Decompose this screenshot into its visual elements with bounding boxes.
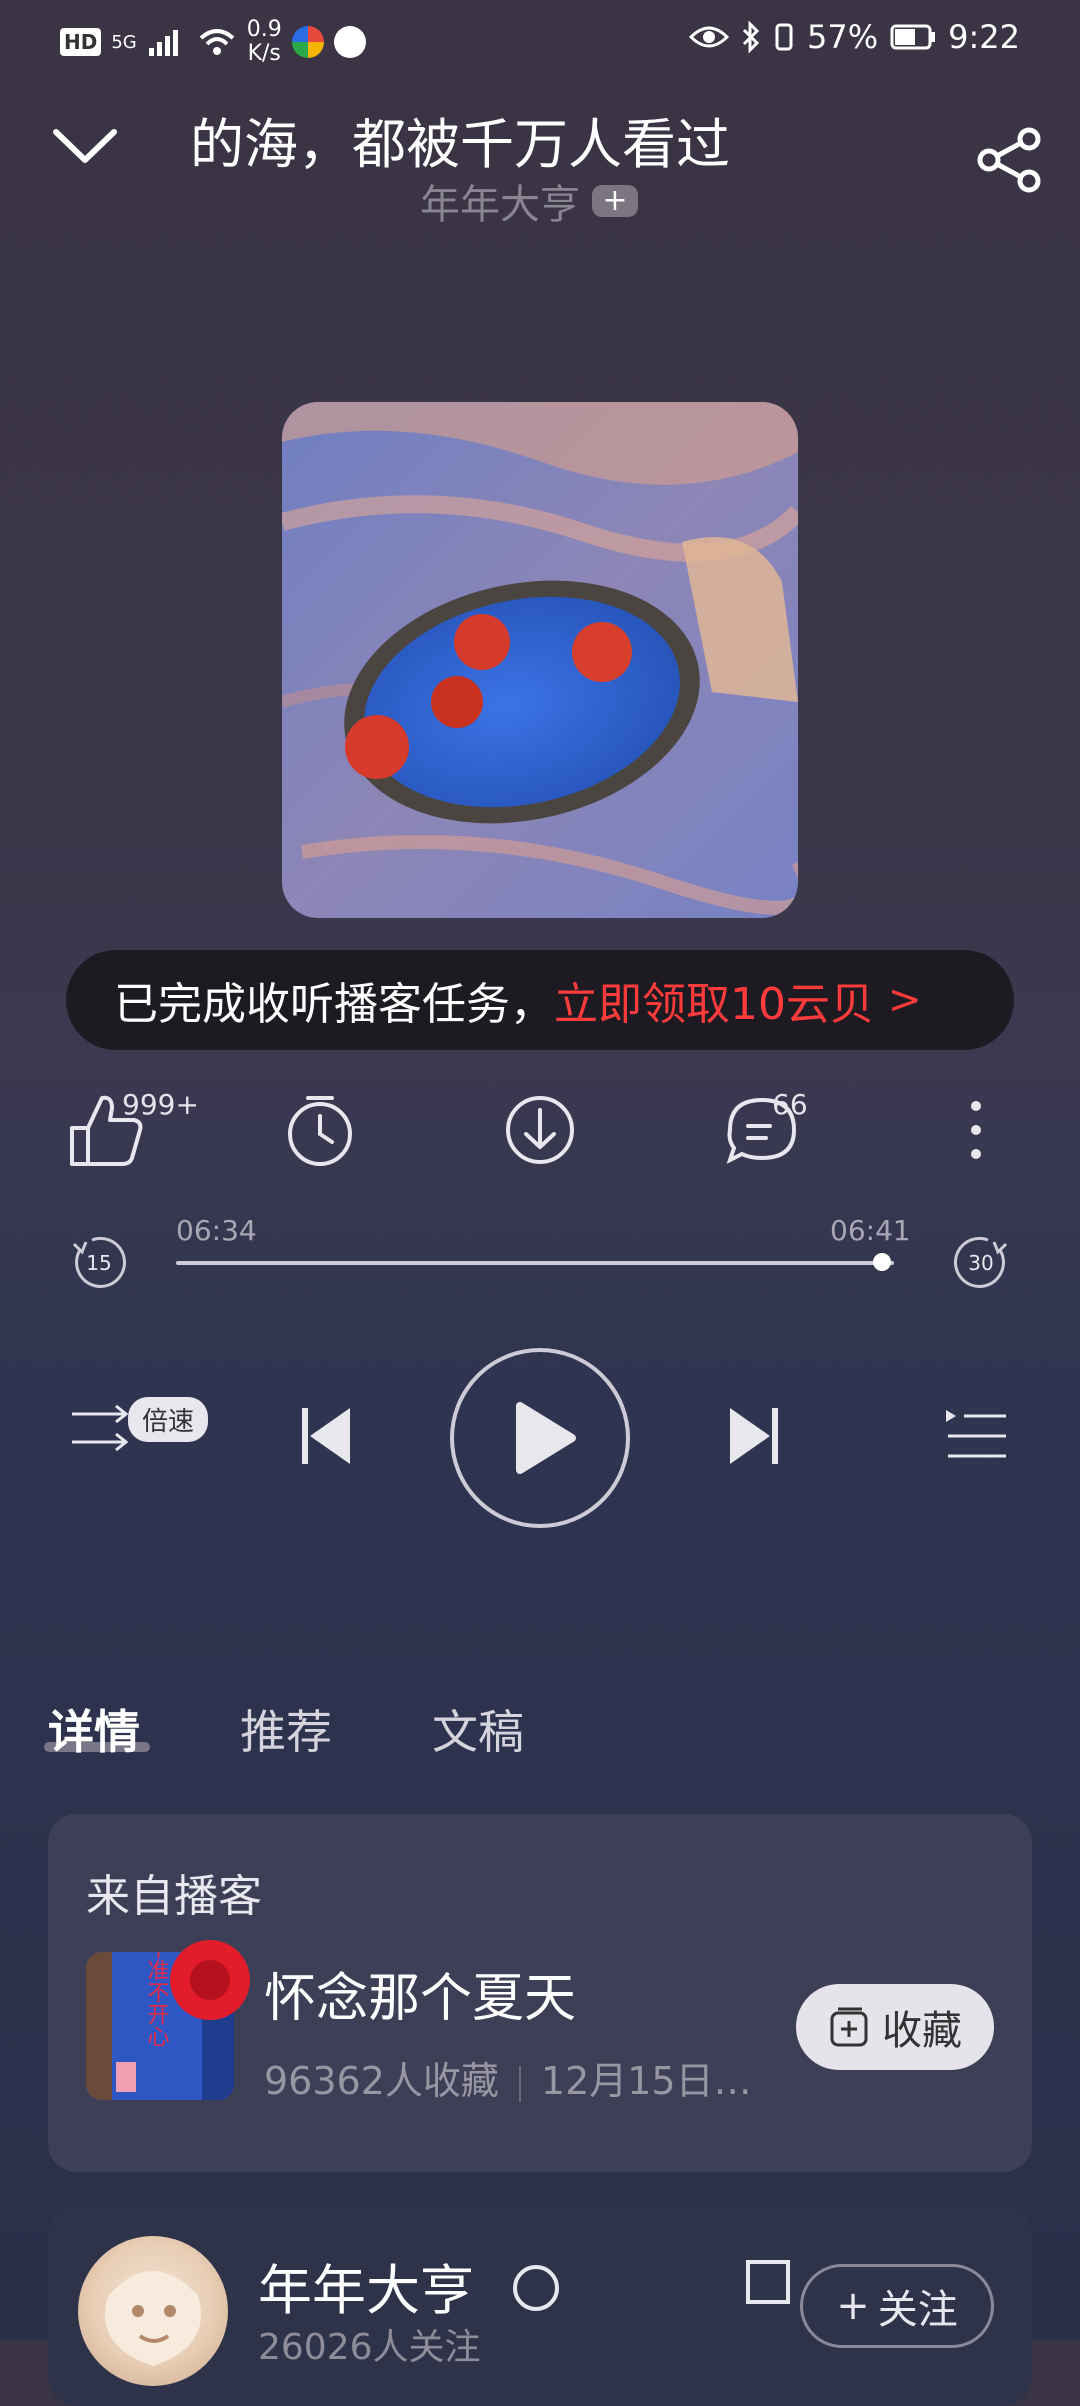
collect-icon bbox=[830, 2007, 868, 2047]
net-speed-value: 0.9 bbox=[246, 17, 282, 42]
wifi-icon bbox=[199, 29, 235, 55]
comment-count: 66 bbox=[772, 1088, 808, 1121]
eye-icon bbox=[689, 26, 730, 48]
tab-recommend[interactable]: 推荐 bbox=[240, 1696, 332, 1762]
episode-cover bbox=[282, 402, 798, 918]
progress-knob[interactable] bbox=[872, 1253, 891, 1271]
rewind-button[interactable]: 15 bbox=[68, 1232, 128, 1292]
bluetooth-icon bbox=[742, 21, 760, 53]
more-vertical-icon[interactable] bbox=[936, 1090, 1016, 1170]
avatar-image bbox=[105, 2271, 201, 2366]
rewind-15-icon: 15 bbox=[72, 1236, 126, 1288]
meta-divider bbox=[518, 2065, 521, 2102]
author-name[interactable]: 年年大亨 bbox=[258, 2246, 474, 2325]
task-banner-action[interactable]: 立即领取10云贝 bbox=[554, 968, 874, 1032]
playlist-icon[interactable] bbox=[944, 1406, 1010, 1468]
forward-seconds: 30 bbox=[968, 1251, 993, 1275]
follow-label: 关注 bbox=[877, 2287, 958, 2333]
author-avatar[interactable] bbox=[78, 2236, 228, 2386]
header-author-name: 年年大亨 bbox=[420, 182, 580, 228]
current-time: 06:34 bbox=[176, 1214, 257, 1247]
battery-icon bbox=[890, 24, 936, 50]
follow-button[interactable]: + 关注 bbox=[800, 2264, 994, 2348]
status-bar: HD 5G 0.9 K/s 57% 9:22 bbox=[0, 0, 1080, 80]
hd-icon: HD bbox=[60, 28, 102, 56]
collapse-chevron-icon[interactable] bbox=[50, 118, 120, 178]
app-notification-icon bbox=[291, 26, 324, 58]
total-time: 06:41 bbox=[830, 1214, 911, 1247]
previous-icon[interactable] bbox=[296, 1404, 356, 1468]
collect-label: 收藏 bbox=[882, 2008, 962, 2054]
episode-title: 的海，都被千万人看过 bbox=[190, 113, 730, 176]
task-banner-chevron-icon: > bbox=[888, 977, 922, 1023]
vibrate-icon bbox=[775, 23, 793, 51]
tab-details[interactable]: 详情 bbox=[48, 1696, 140, 1762]
ball-notification-icon bbox=[333, 26, 366, 58]
forward-30-icon: 30 bbox=[954, 1236, 1008, 1288]
next-icon[interactable] bbox=[724, 1404, 784, 1468]
rewind-seconds: 15 bbox=[86, 1251, 111, 1275]
cover-image bbox=[282, 402, 798, 918]
net-speed-unit: K/s bbox=[247, 41, 281, 66]
tab-transcript[interactable]: 文稿 bbox=[432, 1696, 524, 1762]
podcast-date: 12月15日… bbox=[540, 2059, 752, 2103]
play-mode-icon[interactable] bbox=[70, 1400, 134, 1464]
download-icon[interactable] bbox=[500, 1090, 580, 1170]
speed-button[interactable]: 倍速 bbox=[128, 1397, 209, 1442]
net-speed: 0.9 K/s bbox=[247, 18, 282, 66]
status-left: HD 5G 0.9 K/s bbox=[60, 18, 366, 66]
podcast-card-heading: 来自播客 bbox=[86, 1871, 262, 1922]
task-banner-text: 已完成收听播客任务， bbox=[114, 979, 554, 1030]
battery-percent: 57% bbox=[807, 18, 879, 56]
play-icon bbox=[516, 1402, 576, 1474]
podcast-subscribers: 96362人收藏 bbox=[264, 2059, 499, 2103]
like-count: 999+ bbox=[122, 1088, 199, 1121]
author-fans: 26026人关注 bbox=[258, 2327, 481, 2368]
task-banner[interactable]: 已完成收听播客任务， 立即领取10云贝 > bbox=[66, 950, 1014, 1050]
header-author[interactable]: 年年大亨 + bbox=[420, 172, 638, 230]
timer-icon[interactable] bbox=[280, 1090, 360, 1170]
play-button[interactable] bbox=[450, 1348, 630, 1528]
forward-button[interactable]: 30 bbox=[952, 1232, 1012, 1292]
status-right: 57% 9:22 bbox=[689, 18, 1020, 56]
podcast-name[interactable]: 怀念那个夏天 bbox=[264, 1956, 576, 2031]
podcast-cover-text: 不准不开心 bbox=[144, 1952, 170, 2047]
follow-plus-icon: + bbox=[836, 2283, 870, 2329]
network-label: 5G bbox=[111, 31, 137, 53]
header-follow-plus[interactable]: + bbox=[592, 185, 638, 217]
progress-track[interactable] bbox=[176, 1261, 894, 1265]
circle-icon bbox=[513, 2265, 559, 2311]
clock: 9:22 bbox=[948, 18, 1020, 56]
record-badge-inner bbox=[190, 1960, 230, 2000]
signal-icon bbox=[148, 30, 178, 56]
podcast-meta: 96362人收藏 12月15日… bbox=[264, 2050, 752, 2105]
collect-button[interactable]: 收藏 bbox=[796, 1984, 994, 2070]
share-icon[interactable] bbox=[975, 125, 1045, 195]
square-icon bbox=[746, 2260, 790, 2304]
